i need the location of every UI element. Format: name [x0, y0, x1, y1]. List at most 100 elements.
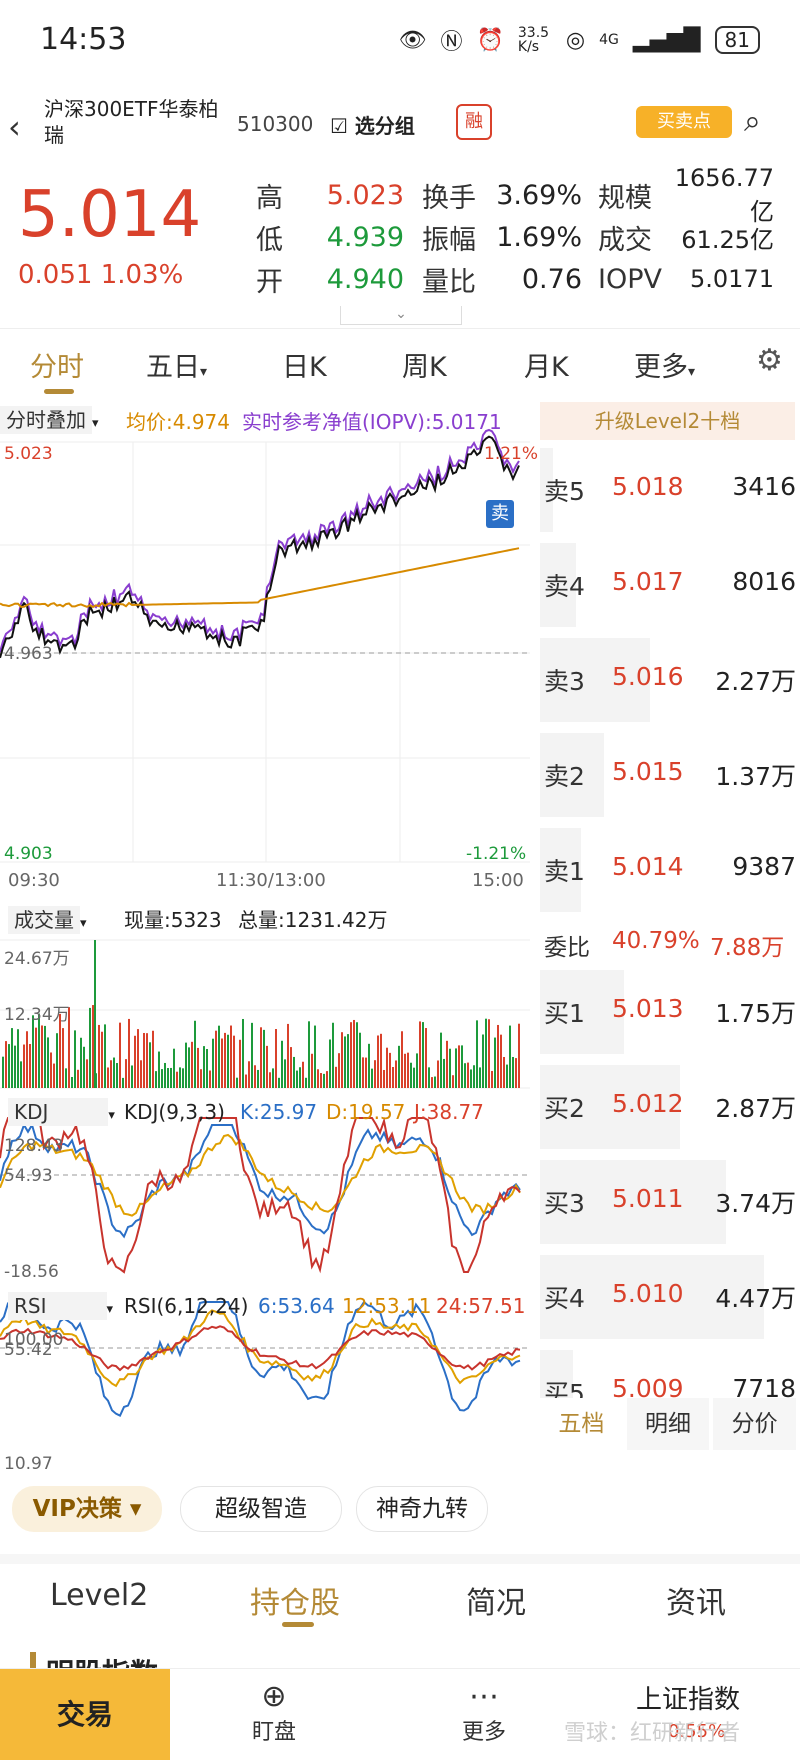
volume-y-max: 24.67万 [4, 949, 70, 969]
volume-bar [446, 1040, 448, 1088]
buy-vol: 4.47万 [715, 1284, 796, 1313]
volume-bar [218, 1025, 220, 1088]
buy-row[interactable]: 买1 5.013 1.75万 [540, 966, 800, 1054]
select-group-button[interactable]: ☑ 选分组 [330, 110, 415, 139]
buy-price: 5.010 [612, 1279, 684, 1308]
index-name[interactable]: 上证指数 [636, 1679, 740, 1716]
buy-row[interactable]: 买2 5.012 2.87万 [540, 1061, 800, 1149]
sell-marker[interactable]: 卖 [486, 500, 514, 528]
iopv-label: 实时参考净值(IOPV):5.0171 [242, 410, 502, 434]
volume-bar [173, 1048, 175, 1088]
volume-bar [56, 1033, 58, 1088]
volume-bar [308, 1021, 310, 1088]
kdj-y-bot: -18.56 [4, 1262, 59, 1282]
volume-bar [92, 1005, 94, 1088]
sell-row[interactable]: 卖1 5.014 9387 [540, 824, 800, 912]
sell-row[interactable]: 卖3 5.016 2.27万 [540, 634, 800, 722]
tab-intraday[interactable]: 分时 [30, 345, 84, 384]
volume-bar [188, 1047, 190, 1088]
volume-bar [374, 1060, 376, 1088]
watch-button[interactable]: ⊕ 盯盘 [214, 1679, 334, 1746]
margin-badge[interactable]: 融 [456, 104, 492, 140]
tab-news[interactable]: 资讯 [666, 1578, 726, 1622]
sell-row[interactable]: 卖5 5.018 3416 [540, 444, 800, 532]
volume-bar [404, 1053, 406, 1088]
volume-bar [152, 1030, 154, 1088]
super-smart-chip[interactable]: 超级智造 [180, 1486, 342, 1532]
kdj-selector[interactable]: KDJ ▾ [8, 1098, 115, 1126]
volume-bar [431, 1077, 433, 1088]
volume-bar [134, 1035, 136, 1088]
volume-bar [53, 1063, 55, 1088]
volume-bar [287, 1023, 289, 1088]
volume-bar [299, 1067, 301, 1088]
volume-bar [473, 1065, 475, 1088]
rsi-selector[interactable]: RSI ▾ [8, 1292, 113, 1320]
rsi24-value: 24:57.51 [436, 1294, 526, 1318]
volume-bar [125, 1059, 127, 1088]
volume-bar [506, 1064, 508, 1088]
volume-bar [140, 1060, 142, 1088]
rsi12-value: 12:53.11 [342, 1294, 432, 1318]
volume-bar [434, 1076, 436, 1088]
tab-level2[interactable]: Level2 [50, 1578, 148, 1613]
tab-profile[interactable]: 简况 [466, 1578, 526, 1622]
volume-bar [275, 1029, 277, 1088]
volume-bar [242, 1018, 244, 1088]
buy-sell-points-button[interactable]: 买卖点 [636, 106, 732, 138]
volume-bar [227, 1034, 229, 1088]
tab-holdings[interactable]: 持仓股 [250, 1578, 340, 1622]
gear-icon[interactable]: ⚙ [756, 343, 783, 378]
volume-bar [518, 1023, 520, 1088]
more-button[interactable]: ⋯ 更多 [424, 1679, 544, 1746]
buy-row[interactable]: 买3 5.011 3.74万 [540, 1156, 800, 1244]
volume-bar [164, 1062, 166, 1088]
level2-upgrade-button[interactable]: 升级Level2十档 [540, 402, 795, 440]
volume-bar [158, 1051, 160, 1088]
volume-bar [17, 1029, 19, 1088]
tab-detail[interactable]: 明细 [626, 1398, 710, 1450]
x-mid-label: 11:30/13:00 [216, 870, 326, 891]
tab-price-breakdown[interactable]: 分价 [713, 1398, 797, 1450]
volume-bar [293, 1056, 295, 1088]
more-dots-icon: ⋯ [469, 1679, 499, 1714]
chart-area[interactable]: 分时叠加 ▾ 均价:4.974 实时参考净值(IOPV):5.0171 5.023… [0, 400, 538, 1500]
volume-bar [101, 1031, 103, 1088]
expand-quote-toggle[interactable]: ⌄ [340, 306, 462, 325]
dropdown-icon: ▾ [200, 364, 208, 380]
volume-bar [455, 1048, 457, 1088]
rsi6-value: 6:53.64 [258, 1294, 335, 1318]
volume-bar [245, 1074, 247, 1088]
buy-row[interactable]: 买4 5.010 4.47万 [540, 1251, 800, 1339]
sell-label: 卖2 [544, 762, 585, 791]
magic-nine-chip[interactable]: 神奇九转 [356, 1486, 488, 1532]
volume-bar [146, 1033, 148, 1088]
tab-more[interactable]: 更多▾ [634, 345, 695, 384]
alarm-icon: ⏰ [476, 27, 504, 53]
volume-bar [71, 1076, 73, 1088]
sell-vol: 9387 [732, 852, 796, 881]
sell-row[interactable]: 卖2 5.015 1.37万 [540, 729, 800, 817]
sell-row[interactable]: 卖4 5.017 8016 [540, 539, 800, 627]
volume-bar [425, 1028, 427, 1088]
trade-button[interactable]: 交易 [0, 1669, 170, 1760]
sell-vol: 3416 [732, 472, 796, 501]
tab-five-levels[interactable]: 五档 [540, 1398, 623, 1450]
volume-bar [197, 1047, 199, 1088]
volume-bar [44, 1025, 46, 1088]
content-tabs: Level2 持仓股 简况 资讯 [0, 1554, 800, 1634]
volume-bar [488, 1019, 490, 1088]
tab-five-day[interactable]: 五日▾ [146, 345, 207, 384]
volume-bar [509, 1025, 511, 1088]
volume-bar [332, 1022, 334, 1088]
back-icon[interactable]: ‹ [8, 108, 21, 146]
volume-selector[interactable]: 成交量 ▾ [8, 904, 87, 934]
vip-decision-button[interactable]: VIP决策 ▾ [12, 1486, 162, 1532]
tab-daily-k[interactable]: 日K [282, 345, 327, 384]
search-icon[interactable]: ⌕ [744, 104, 761, 139]
overlay-selector[interactable]: 分时叠加 ▾ [0, 404, 99, 434]
avg-price-label: 均价:4.974 [126, 410, 230, 434]
tab-weekly-k[interactable]: 周K [402, 345, 447, 384]
tab-monthly-k[interactable]: 月K [524, 345, 569, 384]
active-tab-indicator [44, 389, 74, 394]
